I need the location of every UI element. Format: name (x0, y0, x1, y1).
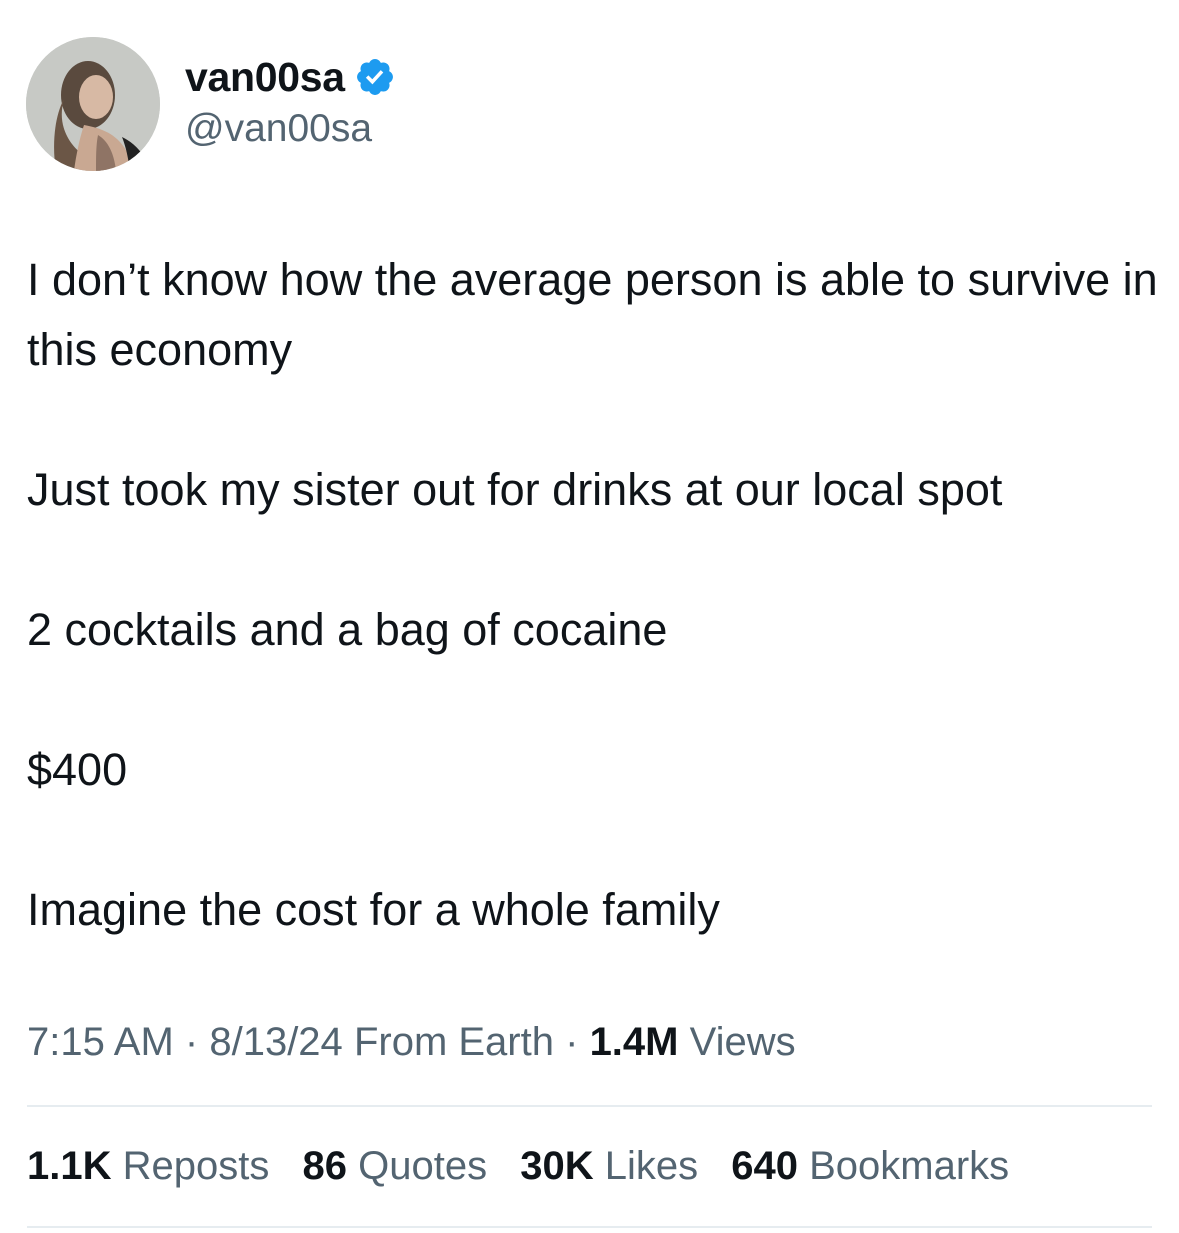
reposts-count: 1.1K (27, 1144, 112, 1188)
likes-stat[interactable]: 30K Likes (520, 1144, 698, 1188)
reposts-stat[interactable]: 1.1K Reposts (27, 1144, 269, 1188)
tweet-paragraph: I don’t know how the average person is a… (27, 254, 1158, 375)
tweet-meta: 7:15 AM · 8/13/24 From Earth · 1.4M View… (27, 1018, 796, 1066)
views-label[interactable]: Views (690, 1020, 796, 1064)
quotes-label: Quotes (358, 1144, 488, 1188)
tweet-paragraph: Just took my sister out for drinks at ou… (27, 464, 1003, 515)
divider (27, 1105, 1152, 1107)
meta-separator: · (184, 1020, 199, 1064)
avatar[interactable] (26, 37, 160, 171)
verified-badge-icon[interactable] (354, 56, 396, 98)
display-name[interactable]: van00sa (185, 56, 345, 98)
meta-separator: · (565, 1020, 579, 1064)
tweet-date[interactable]: 8/13/24 (209, 1020, 342, 1064)
reposts-label: Reposts (122, 1144, 270, 1188)
profile-photo (26, 37, 160, 171)
divider (27, 1226, 1152, 1228)
bookmarks-count: 640 (731, 1144, 798, 1188)
tweet-time[interactable]: 7:15 AM (27, 1020, 174, 1064)
likes-label: Likes (604, 1144, 699, 1188)
tweet-text: I don’t know how the average person is a… (27, 245, 1162, 1015)
tweet-paragraph: 2 cocktails and a bag of cocaine (27, 604, 668, 655)
tweet-location: From Earth (353, 1020, 554, 1064)
likes-count: 30K (520, 1144, 594, 1188)
bookmarks-label: Bookmarks (809, 1144, 1010, 1188)
author-handle[interactable]: @van00sa (185, 107, 372, 151)
quotes-stat[interactable]: 86 Quotes (303, 1144, 488, 1188)
author-name-row[interactable]: van00sa (185, 52, 396, 102)
tweet-paragraph: Imagine the cost for a whole family (27, 884, 720, 935)
views-count[interactable]: 1.4M (590, 1020, 679, 1064)
engagement-stats: 1.1K Reposts 86 Quotes 30K Likes 640 Boo… (27, 1142, 1031, 1190)
tweet-paragraph: $400 (27, 744, 128, 795)
quotes-count: 86 (302, 1144, 348, 1188)
bookmarks-stat[interactable]: 640 Bookmarks (731, 1144, 1009, 1188)
